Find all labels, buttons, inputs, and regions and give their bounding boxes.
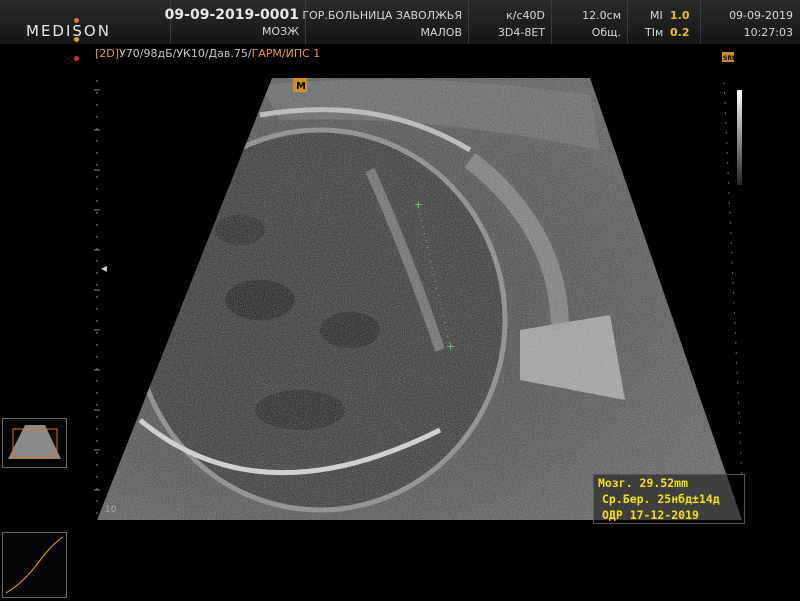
- grayscale-bar: [737, 90, 742, 185]
- probe-thumbnail[interactable]: [2, 418, 67, 468]
- measurement-line-3: ОДР 17-12-2019: [602, 508, 699, 522]
- svg-text:+: +: [414, 198, 423, 211]
- measurement-result-box: Мозг. 29.52mm Ср.Бер. 25нбд±14д ОДР 17-1…: [593, 474, 745, 524]
- focus-marker-icon: ◂: [101, 261, 107, 275]
- svg-text:SRF: SRF: [723, 55, 736, 62]
- sector-icon: [8, 425, 61, 459]
- measurement-line-2: Ср.Бер. 25нбд±14д: [602, 492, 720, 506]
- svg-text:M: M: [296, 81, 306, 92]
- measurement-line-1: Мозг. 29.52mm: [598, 476, 689, 490]
- depth-label: 10: [105, 505, 117, 515]
- gamma-curve-thumbnail[interactable]: [2, 532, 67, 598]
- svg-text:+: +: [446, 340, 455, 353]
- depth-scale: [94, 80, 100, 515]
- gamma-curve-icon: [5, 536, 64, 594]
